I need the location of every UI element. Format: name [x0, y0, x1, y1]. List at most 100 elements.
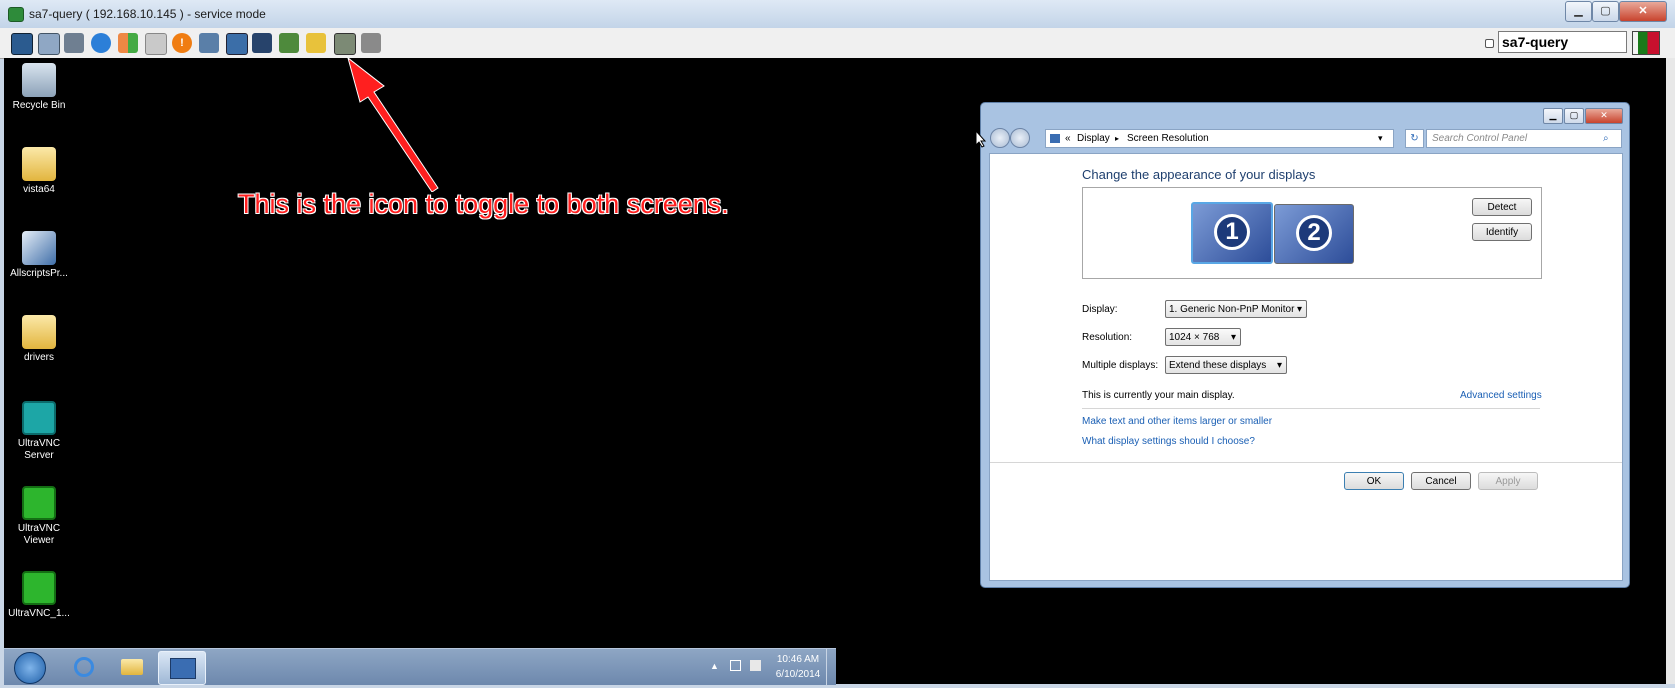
fullscreen-icon[interactable]	[226, 33, 248, 55]
divider	[1082, 408, 1540, 409]
eye-icon	[22, 571, 56, 605]
desktop-icon-label: UltraVNC_1...	[8, 608, 70, 619]
cp-minimize-button[interactable]: ▁	[1543, 108, 1563, 124]
desktop-icon-drivers[interactable]: drivers	[4, 315, 74, 364]
breadcrumb-back[interactable]: «	[1065, 130, 1071, 147]
close-button[interactable]: ✕	[1619, 1, 1667, 22]
address-dropdown-icon[interactable]: ▾	[1378, 130, 1383, 147]
monitor-2-number: 2	[1296, 215, 1332, 251]
divider	[990, 462, 1622, 463]
monitor-1[interactable]: 1	[1191, 202, 1273, 264]
display-select[interactable]: 1. Generic Non-PnP Monitor	[1165, 300, 1307, 319]
annotation-arrow	[347, 56, 439, 192]
cancel-button[interactable]: Cancel	[1411, 472, 1471, 490]
advanced-settings-link[interactable]: Advanced settings	[1460, 390, 1542, 401]
monitor-icon[interactable]	[252, 33, 272, 53]
resolution-label: Resolution:	[1082, 332, 1133, 343]
chat-icon[interactable]	[306, 33, 326, 53]
internet-explorer-icon	[74, 657, 94, 677]
minimize-button[interactable]: ▁	[1565, 1, 1592, 22]
breadcrumb-screen-resolution[interactable]: Screen Resolution	[1127, 130, 1209, 147]
alert-icon[interactable]: !	[172, 33, 192, 53]
refresh-icon[interactable]	[91, 33, 111, 53]
desktop-icon-ultravnc-1[interactable]: UltraVNC_1...	[4, 571, 74, 620]
main-display-text: This is currently your main display.	[1082, 390, 1235, 401]
multiple-displays-label: Multiple displays:	[1082, 360, 1159, 371]
text-size-link[interactable]: Make text and other items larger or smal…	[1082, 416, 1272, 427]
keyboard-icon[interactable]	[145, 33, 167, 55]
clock-time[interactable]: 10:46 AM	[772, 654, 824, 665]
desktop-icon-label: Recycle Bin	[12, 100, 66, 111]
desktop-icon-label: vista64	[23, 184, 55, 195]
internet-explorer-taskbar-button[interactable]	[62, 652, 106, 682]
search-placeholder: Search Control Panel	[1432, 133, 1528, 144]
window-title-bar: sa7-query ( 192.168.10.145 ) - service m…	[0, 0, 1675, 28]
multiple-displays-select[interactable]: Extend these displays	[1165, 356, 1287, 375]
ok-button[interactable]: OK	[1344, 472, 1404, 490]
display-settings-help-link[interactable]: What display settings should I choose?	[1082, 436, 1255, 447]
disconnect-icon[interactable]	[199, 33, 219, 53]
show-desktop-button[interactable]	[826, 649, 837, 685]
desktop-icon-label: UltraVNC Viewer	[17, 523, 61, 546]
windows-start-icon[interactable]	[118, 33, 138, 53]
eye-icon	[22, 401, 56, 435]
folder-icon	[22, 315, 56, 349]
file-transfer-icon[interactable]	[279, 33, 299, 53]
annotation-text: This is the icon to toggle to both scree…	[238, 189, 729, 219]
cp-close-button[interactable]: ✕	[1585, 108, 1623, 124]
breadcrumb-separator: ▸	[1115, 134, 1120, 143]
start-button[interactable]	[14, 652, 46, 684]
single-window-icon[interactable]	[361, 33, 381, 53]
monitor-2[interactable]: 2	[1274, 204, 1354, 264]
desktop-icon-label: UltraVNC Server	[17, 438, 61, 461]
vertical-scrollbar[interactable]	[1666, 58, 1675, 684]
control-panel-icon	[1050, 134, 1060, 143]
session-checkbox[interactable]	[1485, 39, 1494, 48]
desktop-icon-label: drivers	[23, 352, 54, 363]
clock-date[interactable]: 6/10/2014	[772, 669, 824, 680]
vnc-app-icon	[8, 7, 24, 22]
vnc-toolbar: ! sa7-query	[0, 28, 1675, 59]
back-button[interactable]	[990, 128, 1010, 148]
screen-resolution-window: ▁ ▢ ✕ « Display ▸ Screen Resolution ▾ ↻ …	[980, 102, 1630, 588]
action-center-icon[interactable]	[730, 660, 741, 671]
breadcrumb-display[interactable]: Display	[1077, 130, 1110, 147]
flag-icon	[1632, 31, 1660, 55]
page-heading: Change the appearance of your displays	[1082, 167, 1316, 182]
desktop-icon-recycle-bin[interactable]: Recycle Bin	[4, 63, 74, 112]
cp-maximize-button[interactable]: ▢	[1564, 108, 1584, 124]
apply-button[interactable]: Apply	[1478, 472, 1538, 490]
eye-icon	[22, 486, 56, 520]
desktop-icon-ultravnc-viewer[interactable]: UltraVNC Viewer	[4, 486, 74, 547]
mouse-cursor-icon	[975, 130, 987, 148]
connection-info-icon[interactable]	[38, 33, 60, 55]
explorer-taskbar-button[interactable]	[110, 652, 154, 682]
control-panel-icon	[170, 658, 196, 679]
address-bar[interactable]: « Display ▸ Screen Resolution ▾	[1045, 129, 1394, 148]
desktop-icon-ultravnc-server[interactable]: UltraVNC Server	[4, 401, 74, 462]
session-name-field[interactable]: sa7-query	[1498, 31, 1627, 53]
refresh-icon[interactable]: ↻	[1405, 129, 1424, 148]
maximize-button[interactable]: ▢	[1592, 1, 1619, 22]
forward-button[interactable]	[1010, 128, 1030, 148]
search-input[interactable]: Search Control Panel ⌕	[1426, 129, 1622, 148]
folder-icon	[121, 659, 143, 675]
window-title: sa7-query ( 192.168.10.145 ) - service m…	[29, 7, 266, 21]
identify-button[interactable]: Identify	[1472, 223, 1532, 241]
monitor-arrangement-area: 1 2 Detect Identify	[1082, 187, 1542, 279]
monitor-1-number: 1	[1214, 214, 1250, 250]
display-label: Display:	[1082, 304, 1118, 315]
volume-muted-icon[interactable]	[750, 660, 761, 671]
detect-button[interactable]: Detect	[1472, 198, 1532, 216]
tools-icon[interactable]	[64, 33, 84, 53]
show-hidden-icons-icon[interactable]: ▲	[710, 661, 719, 671]
connection-options-icon[interactable]	[11, 33, 33, 55]
desktop-icon-allscripts[interactable]: AllscriptsPr...	[4, 231, 74, 280]
allscripts-icon	[22, 231, 56, 265]
search-icon: ⌕	[1603, 133, 1609, 144]
resolution-select[interactable]: 1024 × 768	[1165, 328, 1241, 347]
recycle-bin-icon	[22, 63, 56, 97]
desktop-icon-vista64[interactable]: vista64	[4, 147, 74, 196]
control-panel-taskbar-button[interactable]	[158, 651, 206, 685]
desktop-icon-label: AllscriptsPr...	[10, 268, 68, 279]
